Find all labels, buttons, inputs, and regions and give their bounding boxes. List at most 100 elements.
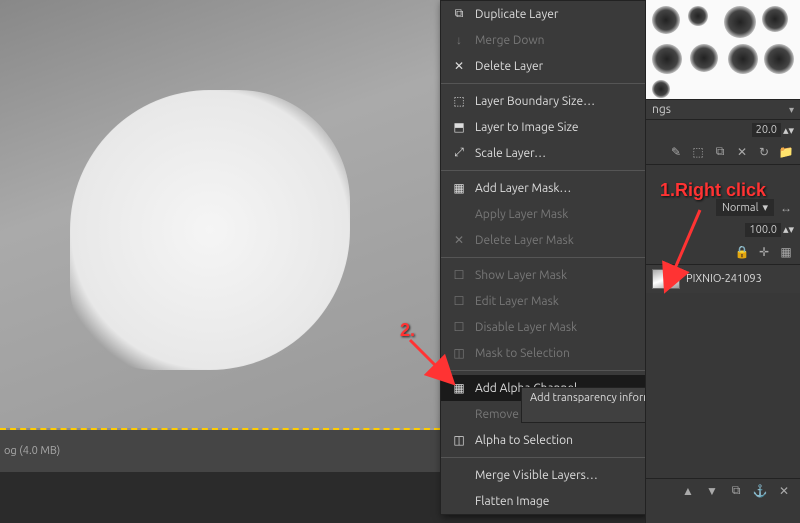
brush-preset[interactable]: [690, 44, 718, 72]
opacity-value[interactable]: 100.0: [745, 223, 781, 237]
menu-label: Add Layer Mask…: [475, 182, 571, 195]
merge-down-icon: ↓: [451, 32, 467, 48]
layer-name[interactable]: PIXNIO-241093: [686, 273, 762, 285]
menu-label: Delete Layer: [475, 60, 543, 73]
checkbox-icon: ☐: [451, 319, 467, 335]
image-content[interactable]: [0, 0, 440, 430]
delete-icon: ✕: [451, 58, 467, 74]
brush-preset[interactable]: [688, 6, 708, 26]
menu-label: Flatten Image: [475, 495, 549, 508]
menu-delete-layer[interactable]: ✕ Delete Layer: [441, 53, 647, 79]
brush-preset[interactable]: [728, 44, 758, 74]
lock-alpha-icon[interactable]: ▦: [778, 244, 794, 260]
brush-preset[interactable]: [762, 6, 788, 32]
menu-apply-layer-mask: Apply Layer Mask: [441, 201, 647, 227]
blank-icon: [451, 406, 467, 422]
lock-row: 🔒 ✛ ▦: [646, 240, 800, 265]
menu-label: Mask to Selection: [475, 347, 570, 360]
brush-preset[interactable]: [724, 6, 756, 38]
menu-label: Disable Layer Mask: [475, 321, 577, 334]
duplicate-brush-icon[interactable]: ⧉: [712, 144, 728, 160]
menu-merge-visible[interactable]: Merge Visible Layers…: [441, 462, 647, 488]
fit-icon: ⬒: [451, 119, 467, 135]
menu-add-layer-mask[interactable]: ▦ Add Layer Mask…: [441, 175, 647, 201]
menu-separator: [441, 170, 647, 171]
spacing-row: 20.0 ▴▾: [646, 120, 800, 140]
stepper-icon[interactable]: ▴▾: [783, 223, 794, 237]
menu-boundary-size[interactable]: ⬚ Layer Boundary Size…: [441, 88, 647, 114]
menu-edit-layer-mask: ☐ Edit Layer Mask: [441, 288, 647, 314]
scale-icon: ⤢: [451, 145, 467, 161]
menu-label: Alpha to Selection: [475, 434, 573, 447]
edit-brush-icon[interactable]: ✎: [668, 144, 684, 160]
duplicate-layer-icon[interactable]: ⧉: [728, 483, 744, 499]
layers-mode-row: Normal ▾ ↔: [646, 195, 800, 220]
menu-scale-layer[interactable]: ⤢ Scale Layer…: [441, 140, 647, 166]
duplicate-icon: ⧉: [451, 6, 467, 22]
tab-label: ngs: [646, 103, 671, 116]
move-up-icon[interactable]: ▲: [680, 483, 696, 499]
panel-tabs[interactable]: ngs ▾: [646, 100, 800, 120]
menu-alpha-to-selection[interactable]: ◫ Alpha to Selection: [441, 427, 647, 453]
menu-label: Delete Layer Mask: [475, 234, 574, 247]
layer-item[interactable]: PIXNIO-241093: [646, 265, 800, 293]
brush-preset[interactable]: [764, 44, 794, 74]
move-down-icon[interactable]: ▼: [704, 483, 720, 499]
menu-mask-to-selection: ◫ Mask to Selection: [441, 340, 647, 366]
checkbox-icon: ☐: [451, 267, 467, 283]
boundary-icon: ⬚: [451, 93, 467, 109]
stepper-icon[interactable]: ▴▾: [783, 124, 794, 137]
mode-label: Normal: [722, 202, 759, 214]
selection-icon: ◫: [451, 432, 467, 448]
blank-icon: [451, 206, 467, 222]
layer-thumbnail[interactable]: [652, 269, 680, 289]
add-mask-icon: ▦: [451, 180, 467, 196]
mode-switch-icon[interactable]: ↔: [778, 200, 794, 216]
selection-icon: ◫: [451, 345, 467, 361]
delete-brush-icon[interactable]: ✕: [734, 144, 750, 160]
delete-mask-icon: ✕: [451, 232, 467, 248]
panel-spacer: [646, 165, 800, 195]
menu-disable-layer-mask: ☐ Disable Layer Mask: [441, 314, 647, 340]
layers-toolbar: ▲ ▼ ⧉ ⚓ ✕: [645, 478, 800, 503]
menu-separator: [441, 83, 647, 84]
menu-separator: [441, 370, 647, 371]
anchor-icon[interactable]: ⚓: [752, 483, 768, 499]
menu-duplicate-layer[interactable]: ⧉ Duplicate Layer: [441, 1, 647, 27]
open-icon[interactable]: 📁: [778, 144, 794, 160]
menu-label: Show Layer Mask: [475, 269, 567, 282]
menu-separator: [441, 257, 647, 258]
menu-merge-down: ↓ Merge Down: [441, 27, 647, 53]
alpha-icon: ▦: [451, 380, 467, 396]
delete-layer-icon[interactable]: ✕: [776, 483, 792, 499]
menu-label: Merge Down: [475, 34, 545, 47]
menu-label: Scale Layer…: [475, 147, 546, 160]
brush-preset[interactable]: [652, 6, 680, 34]
checkbox-icon: ☐: [451, 293, 467, 309]
lock-position-icon[interactable]: ✛: [756, 244, 772, 260]
brushes-panel[interactable]: [646, 0, 800, 100]
brush-preset[interactable]: [652, 44, 682, 74]
menu-label: Merge Visible Layers…: [475, 469, 598, 482]
new-brush-icon[interactable]: ⬚: [690, 144, 706, 160]
menu-show-layer-mask: ☐ Show Layer Mask: [441, 262, 647, 288]
refresh-icon[interactable]: ↻: [756, 144, 772, 160]
blank-icon: [451, 467, 467, 483]
blend-mode-select[interactable]: Normal ▾: [716, 199, 774, 216]
menu-separator: [441, 457, 647, 458]
menu-label: Apply Layer Mask: [475, 208, 568, 221]
spacing-value[interactable]: 20.0: [752, 123, 781, 137]
menu-label: Edit Layer Mask: [475, 295, 559, 308]
brush-preset[interactable]: [652, 80, 670, 98]
menu-flatten-image[interactable]: Flatten Image: [441, 488, 647, 514]
menu-label: Layer to Image Size: [475, 121, 579, 134]
menu-layer-to-image-size[interactable]: ⬒ Layer to Image Size: [441, 114, 647, 140]
lock-pixels-icon[interactable]: 🔒: [734, 244, 750, 260]
chevron-down-icon[interactable]: ▾: [789, 104, 794, 116]
brush-toolbar: ✎ ⬚ ⧉ ✕ ↻ 📁: [646, 140, 800, 165]
right-panel: ngs ▾ 20.0 ▴▾ ✎ ⬚ ⧉ ✕ ↻ 📁 Normal ▾ ↔ 100…: [645, 0, 800, 523]
chevron-down-icon: ▾: [762, 201, 768, 214]
status-bar: og (4.0 MB): [0, 445, 60, 457]
blank-icon: [451, 493, 467, 509]
opacity-row: 100.0 ▴▾: [646, 220, 800, 240]
